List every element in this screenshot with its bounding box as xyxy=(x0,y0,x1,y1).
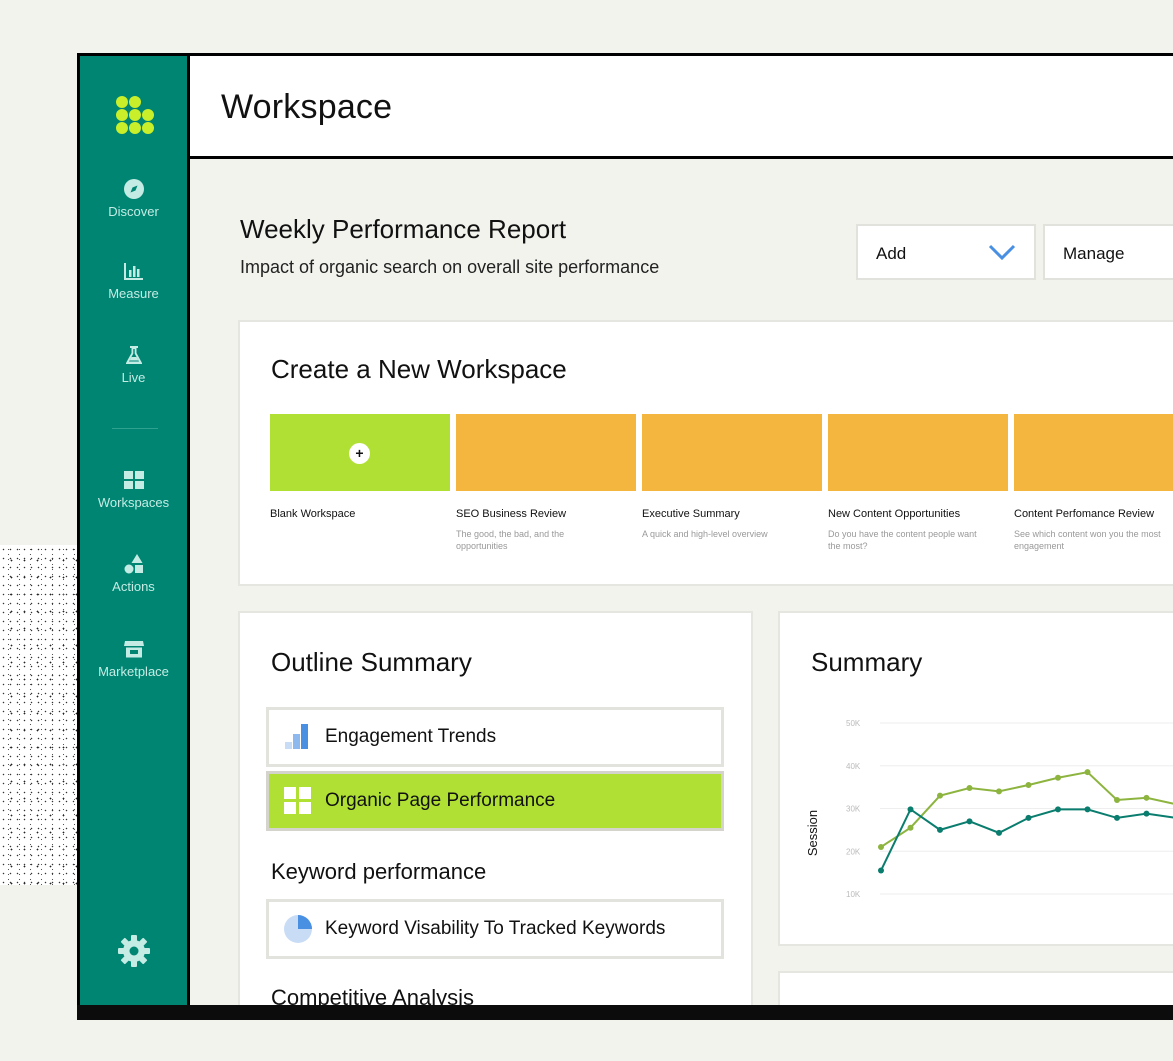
sidebar-item-label: Discover xyxy=(108,204,159,219)
data-point xyxy=(1084,806,1091,813)
summary-card: Summary 50K 40K 30K 20K 10K Session xyxy=(778,611,1173,946)
outline-summary-card: Outline Summary Engagement Trends Organi… xyxy=(238,611,753,1017)
tile-description: Do you have the content people want the … xyxy=(828,529,977,551)
shapes-icon xyxy=(124,554,143,574)
data-point xyxy=(907,824,914,831)
tile-label: Blank Workspace xyxy=(270,508,356,520)
tile-description: A quick and high-level overview xyxy=(642,529,768,539)
tile-label: Content Perfomance Review xyxy=(1014,508,1155,520)
app-window: Discover Measure Live Workspaces Actions… xyxy=(77,53,1173,1020)
sidebar-item-discover[interactable]: Discover xyxy=(80,178,187,219)
sidebar-item-label: Marketplace xyxy=(98,664,169,679)
plus-icon: + xyxy=(349,443,370,464)
outline-item-keyword-visibility[interactable]: Keyword Visability To Tracked Keywords xyxy=(266,899,724,959)
y-tick-label: 50K xyxy=(846,719,861,728)
outline-item-label: Keyword Visability To Tracked Keywords xyxy=(325,918,666,939)
sidebar-item-live[interactable]: Live xyxy=(80,344,187,385)
tile-label: Executive Summary xyxy=(642,508,740,520)
tile-description: The good, the bad, and the opportunities xyxy=(456,529,565,551)
manage-label: Manage xyxy=(1063,244,1125,263)
tile-executive-summary[interactable] xyxy=(642,414,822,491)
sidebar-item-actions[interactable]: Actions xyxy=(80,553,187,594)
manage-button[interactable]: Manage xyxy=(1043,224,1173,280)
grid-icon xyxy=(284,787,311,814)
bar-chart-icon xyxy=(123,263,143,280)
sidebar: Discover Measure Live Workspaces Actions… xyxy=(80,56,190,1017)
y-axis-label: Session xyxy=(805,810,820,856)
tile-blank-workspace[interactable]: + xyxy=(270,414,450,491)
data-point xyxy=(966,818,973,825)
report-subtitle: Impact of organic search on overall site… xyxy=(240,257,660,277)
tile-new-content-opportunities[interactable] xyxy=(828,414,1008,491)
header: Workspace xyxy=(190,56,1173,159)
tile-description: See which content won you the most engag… xyxy=(1014,529,1161,551)
tile-seo-business-review[interactable] xyxy=(456,414,636,491)
sidebar-item-marketplace[interactable]: Marketplace xyxy=(80,638,187,679)
store-icon xyxy=(123,641,144,658)
outline-item-organic-page-performance[interactable]: Organic Page Performance xyxy=(266,771,724,831)
data-point xyxy=(878,867,884,874)
tile-label: New Content Opportunities xyxy=(828,508,961,520)
data-point xyxy=(1055,806,1061,813)
report-title: Weekly Performance Report xyxy=(240,214,567,244)
create-workspace-card: Create a New Workspace + Blank Workspace… xyxy=(238,320,1173,586)
bottom-bar xyxy=(77,1005,1173,1020)
sidebar-item-label: Live xyxy=(121,370,146,385)
pie-chart-icon xyxy=(284,915,312,943)
outline-item-label: Engagement Trends xyxy=(325,726,497,747)
data-point xyxy=(1025,814,1032,821)
data-point xyxy=(996,829,1002,836)
logo-icon xyxy=(113,93,155,135)
outline-item-engagement-trends[interactable]: Engagement Trends xyxy=(266,707,724,767)
chevron-down-icon xyxy=(988,244,1016,261)
outline-summary-title: Outline Summary xyxy=(271,647,472,677)
data-point xyxy=(907,806,914,813)
data-point xyxy=(996,788,1002,795)
sidebar-item-label: Measure xyxy=(108,286,159,301)
gear-icon[interactable] xyxy=(116,933,152,969)
data-point xyxy=(1143,810,1150,817)
data-point xyxy=(1114,796,1120,803)
data-point xyxy=(937,792,943,799)
speckle-decoration xyxy=(0,545,78,885)
data-point xyxy=(878,843,884,850)
flask-icon xyxy=(125,346,142,364)
sidebar-item-workspaces[interactable]: Workspaces xyxy=(80,469,187,510)
data-point xyxy=(966,784,973,791)
bar-chart-icon xyxy=(285,724,308,749)
add-dropdown[interactable]: Add xyxy=(856,224,1036,280)
data-point xyxy=(1025,781,1032,788)
tile-label: SEO Business Review xyxy=(456,508,567,520)
y-tick-label: 30K xyxy=(846,805,861,814)
summary-line-chart: 50K 40K 30K 20K 10K Session xyxy=(805,719,1173,899)
y-tick-label: 20K xyxy=(846,847,861,856)
outline-item-label: Organic Page Performance xyxy=(325,790,556,811)
tile-content-performance-review[interactable] xyxy=(1014,414,1173,491)
add-label: Add xyxy=(876,244,907,263)
sidebar-item-label: Actions xyxy=(112,579,155,594)
grid-icon xyxy=(123,471,144,489)
sidebar-divider xyxy=(112,428,158,429)
page-title: Workspace xyxy=(221,88,393,126)
sidebar-item-label: Workspaces xyxy=(97,495,170,510)
data-point xyxy=(1143,794,1150,801)
y-tick-label: 10K xyxy=(846,890,861,899)
y-tick-label: 40K xyxy=(846,762,861,771)
create-workspace-title: Create a New Workspace xyxy=(271,354,567,384)
data-point xyxy=(1084,769,1091,776)
sidebar-item-measure[interactable]: Measure xyxy=(80,260,187,301)
data-point xyxy=(1114,814,1120,821)
data-point xyxy=(1055,774,1061,781)
keyword-performance-heading: Keyword performance xyxy=(271,859,487,884)
compass-icon xyxy=(123,179,144,199)
data-point xyxy=(937,826,943,833)
